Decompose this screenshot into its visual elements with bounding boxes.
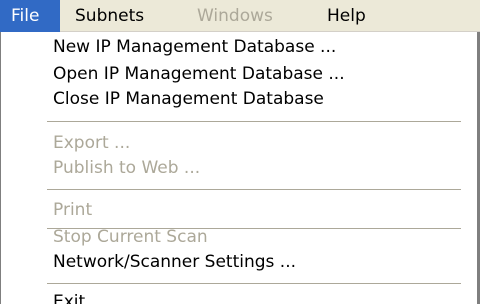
menu-item-stop-current-scan[interactable]: Stop Current Scan bbox=[53, 225, 208, 249]
menu-item-publish-to-web[interactable]: Publish to Web ... bbox=[53, 156, 200, 180]
menu-item-close-ip-management-database[interactable]: Close IP Management Database bbox=[53, 87, 324, 111]
menu-item-export[interactable]: Export ... bbox=[53, 131, 130, 155]
menu-subnets[interactable]: Subnets bbox=[64, 0, 155, 32]
menu-separator bbox=[47, 283, 461, 284]
menu-bar: File Subnets Windows Help bbox=[0, 0, 480, 32]
menu-help[interactable]: Help bbox=[316, 0, 377, 32]
menu-item-print[interactable]: Print bbox=[53, 198, 92, 222]
menu-item-open-ip-management-database[interactable]: Open IP Management Database ... bbox=[53, 62, 345, 86]
menu-separator bbox=[47, 121, 461, 122]
menu-separator bbox=[47, 189, 461, 190]
menu-item-exit[interactable]: Exit bbox=[53, 290, 85, 304]
menu-item-new-ip-management-database[interactable]: New IP Management Database ... bbox=[53, 35, 336, 59]
menu-item-network-scanner-settings[interactable]: Network/Scanner Settings ... bbox=[53, 250, 296, 274]
file-menu-dropdown: New IP Management Database ... Open IP M… bbox=[0, 32, 480, 304]
menu-windows[interactable]: Windows bbox=[186, 0, 284, 32]
menu-file[interactable]: File bbox=[0, 0, 60, 32]
